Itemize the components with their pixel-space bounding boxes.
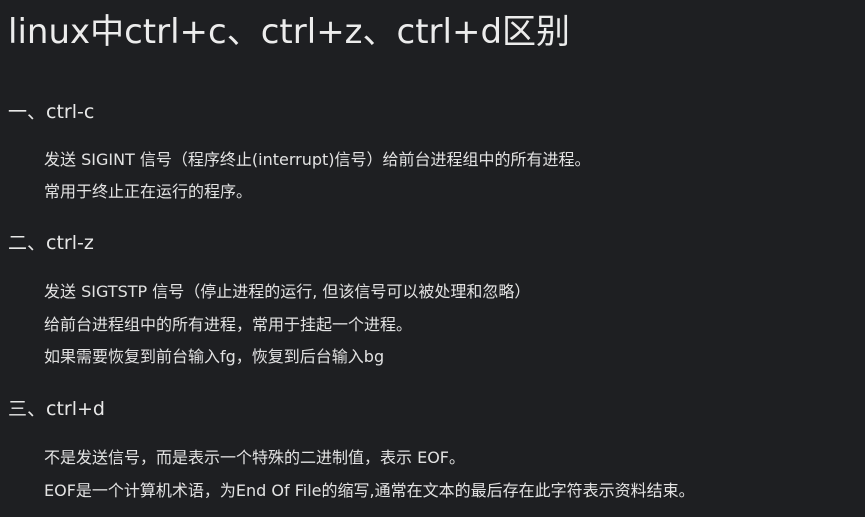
section-heading-ctrl-z: 二、ctrl-z (8, 232, 94, 254)
section-heading-ctrl-c: 一、ctrl-c (8, 101, 95, 123)
paragraph-line: 如果需要恢复到前台输入fg，恢复到后台输入bg (44, 347, 385, 366)
paragraph-line: 发送 SIGTSTP 信号（停止进程的运行, 但该信号可以被处理和忽略） (44, 282, 531, 301)
paragraph-line: 发送 SIGINT 信号（程序终止(interrupt)信号）给前台进程组中的所… (44, 150, 591, 169)
paragraph-line: 给前台进程组中的所有进程，常用于挂起一个进程。 (44, 315, 413, 334)
section-heading-ctrl-d: 三、ctrl+d (8, 398, 105, 420)
page-title: linux中ctrl+c、ctrl+z、ctrl+d区别 (8, 12, 571, 52)
paragraph-line: 不是发送信号，而是表示一个特殊的二进制值，表示 EOF。 (44, 448, 465, 467)
paragraph-line: 常用于终止正在运行的程序。 (44, 182, 253, 201)
paragraph-line: EOF是一个计算机术语，为End Of File的缩写,通常在文本的最后存在此字… (44, 481, 695, 500)
document-page: linux中ctrl+c、ctrl+z、ctrl+d区别 一、ctrl-c 发送… (0, 0, 865, 517)
